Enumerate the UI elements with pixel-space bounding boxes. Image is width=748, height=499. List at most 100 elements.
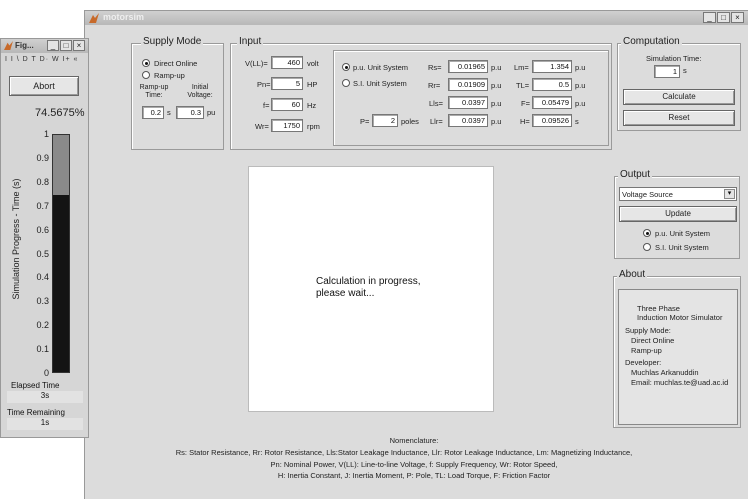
progress-y-tick: 0.2 [36, 320, 49, 331]
progress-bar-fill [53, 195, 69, 372]
elapsed-time-value-box: 3s [7, 391, 83, 403]
vll-input[interactable]: 460 [271, 56, 303, 69]
matlab-logo-icon [89, 13, 99, 23]
initial-voltage-unit: pu [207, 108, 216, 117]
ramp-up-radio[interactable] [142, 71, 150, 79]
output-panel: Output Voltage Source ▾ Update p.u. Unit… [614, 169, 740, 259]
lls-input[interactable]: 0.0397 [448, 96, 488, 109]
nomenclature-title: Nomenclature: [389, 436, 439, 445]
tl-label: TL= [516, 81, 530, 90]
progress-window: Fig... _ □ × I I \ D T D· W I+ « Abort 7… [0, 38, 89, 438]
nomenclature-line-1: Rs: Stator Resistance, Rr: Rotor Resista… [175, 448, 633, 457]
nomenclature-line-2: Pn: Nominal Power, V(LL): Line-to-line V… [270, 460, 558, 469]
si-system-label: S.I. Unit System [353, 79, 407, 88]
progress-y-label: Simulation Progress - Time (s) [11, 178, 21, 300]
llr-unit: p.u [491, 117, 502, 126]
supply-mode-panel: Supply Mode Direct Online Ramp-up Ramp-u… [131, 36, 224, 150]
rs-unit: p.u [491, 63, 502, 72]
vll-label: V(LL)= [245, 59, 268, 68]
about-panel: About Three Phase Induction Motor Simula… [613, 269, 741, 428]
update-button[interactable]: Update [619, 206, 737, 222]
si-system-radio[interactable] [342, 79, 350, 87]
tl-unit: p.u [575, 81, 586, 90]
output-pu-radio[interactable] [643, 229, 651, 237]
elapsed-time-label: Elapsed Time [11, 381, 60, 390]
sim-time-unit: s [683, 66, 687, 75]
abort-button[interactable]: Abort [9, 76, 79, 96]
vll-unit: volt [307, 59, 319, 68]
pn-input[interactable]: 5 [271, 77, 303, 90]
pn-label: Pn= [257, 80, 271, 89]
wr-unit: rpm [307, 122, 320, 131]
calculate-button[interactable]: Calculate [623, 89, 735, 105]
nomenclature-line-3: H: Inertia Constant, J: Inertia Moment, … [277, 471, 551, 480]
output-si-radio[interactable] [643, 243, 651, 251]
f-input[interactable]: 60 [271, 98, 303, 111]
llr-label: Llr= [430, 117, 443, 126]
progress-y-tick: 0 [43, 368, 49, 378]
figure-logo-icon [4, 41, 13, 50]
lm-unit: p.u [575, 63, 586, 72]
pu-system-radio[interactable] [342, 63, 350, 71]
close-button[interactable]: × [731, 12, 744, 23]
about-line-8: Email: muchlas.te@uad.ac.id [631, 378, 729, 387]
lls-unit: p.u [491, 99, 502, 108]
rr-input[interactable]: 0.01909 [448, 78, 488, 91]
main-window-title: motorsim [103, 12, 145, 22]
about-box: Three Phase Induction Motor Simulator Su… [618, 289, 738, 425]
pn-unit: HP [307, 80, 318, 89]
reset-button[interactable]: Reset [623, 110, 735, 126]
output-title: Output [618, 169, 653, 180]
sim-time-input[interactable]: 1 [654, 65, 680, 78]
rr-label: Rr= [428, 81, 441, 90]
ramp-time-input[interactable]: 0.2 [142, 106, 164, 119]
rs-input[interactable]: 0.01965 [448, 60, 488, 73]
friction-unit: p.u [575, 99, 586, 108]
progress-y-tick: 0.9 [36, 152, 49, 163]
ramp-up-label: Ramp-up [154, 71, 185, 80]
remaining-time-value-box: 1s [7, 418, 83, 430]
about-line-6: Developer: [625, 358, 662, 367]
wr-label: Wr= [255, 122, 269, 131]
supply-mode-title: Supply Mode [141, 36, 204, 47]
main-titlebar[interactable]: motorsim _ □ × [85, 11, 748, 25]
input-title: Input [237, 36, 264, 47]
chevron-down-icon[interactable]: ▾ [724, 189, 735, 199]
plot-area: Calculation in progress, please wait... [248, 166, 494, 412]
output-select[interactable]: Voltage Source ▾ [619, 187, 737, 201]
wr-input[interactable]: 1750 [271, 119, 303, 132]
output-select-value: Voltage Source [622, 190, 673, 199]
initial-voltage-input[interactable]: 0.3 [176, 106, 204, 119]
direct-online-radio[interactable] [142, 59, 150, 67]
llr-input[interactable]: 0.0397 [448, 114, 488, 127]
f-label: f= [263, 101, 270, 110]
progress-titlebar[interactable]: Fig... _ □ × [1, 39, 88, 53]
sim-time-label: Simulation Time: [646, 54, 702, 63]
initial-voltage-label: Initial Voltage: [187, 84, 213, 99]
friction-input[interactable]: 0.05479 [532, 96, 572, 109]
p-input[interactable]: 2 [372, 114, 398, 127]
progress-menu-bar[interactable]: I I \ D T D· W I+ « [5, 56, 78, 63]
lm-input[interactable]: 1.354 [532, 60, 572, 73]
parameter-frame: p.u. Unit System S.I. Unit System Rs= 0.… [333, 50, 609, 146]
progress-y-tick: 0.1 [36, 344, 49, 355]
progress-percent: 74.5675% [35, 107, 85, 119]
tl-input[interactable]: 0.5 [532, 78, 572, 91]
h-unit: s [575, 117, 579, 126]
minimize-button[interactable]: _ [703, 12, 716, 23]
progress-minimize-button[interactable]: _ [47, 40, 59, 51]
computation-title: Computation [621, 36, 682, 47]
elapsed-time-value: 3s [40, 391, 50, 400]
about-line-7: Muchlas Arkanuddin [631, 368, 699, 377]
h-input[interactable]: 0.09526 [532, 114, 572, 127]
remaining-time-label: Time Remaining [7, 408, 65, 417]
progress-maximize-button[interactable]: □ [60, 40, 72, 51]
about-line-3: Supply Mode: [625, 326, 671, 335]
f-unit: Hz [307, 101, 317, 110]
progress-close-button[interactable]: × [73, 40, 85, 51]
about-line-2: Induction Motor Simulator [637, 313, 723, 322]
about-line-4: Direct Online [631, 336, 675, 345]
status-line-2: please wait... [316, 288, 375, 299]
about-line-1: Three Phase [637, 304, 680, 313]
maximize-button[interactable]: □ [717, 12, 730, 23]
